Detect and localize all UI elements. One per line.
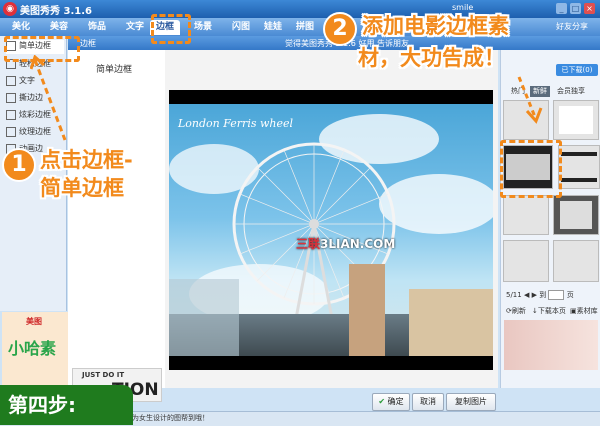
frame-thumbnail[interactable] <box>553 240 599 282</box>
user-name[interactable]: smile <box>452 3 473 12</box>
building <box>349 264 385 356</box>
check-icon: ✔ <box>378 397 386 406</box>
tab-collage[interactable]: 拼图 <box>290 20 320 35</box>
cancel-button[interactable]: 取消 <box>412 393 444 411</box>
close-icon[interactable]: × <box>584 3 595 14</box>
tab-scene[interactable]: 场景 <box>188 20 218 35</box>
panel-header-title: 边框 <box>80 39 96 48</box>
library-icon: ▣ <box>570 307 577 315</box>
arrow-icon <box>30 55 67 141</box>
goto-label: 到 <box>539 291 547 299</box>
step-badge: 第四步: <box>0 385 133 425</box>
torn-edge-icon <box>6 92 16 103</box>
arrow-icon <box>517 76 543 124</box>
refresh-button[interactable]: ⟳刷新 <box>506 306 526 316</box>
tab-beautify[interactable]: 美化 <box>6 20 36 35</box>
highlight-film-frame <box>500 140 562 198</box>
page-current: 5/11 <box>506 291 522 299</box>
tab-vip[interactable]: 会员独享 <box>554 86 588 97</box>
frame-thumbnail[interactable] <box>553 195 599 235</box>
next-page-icon[interactable]: ▶ <box>532 291 537 299</box>
frame-list-panel <box>68 36 166 388</box>
app-logo-icon: ◉ <box>3 2 17 16</box>
building <box>409 289 493 356</box>
pager: 5/11 ◀ ▶ 到 页 <box>506 290 574 300</box>
library-label: 素材库 <box>576 307 598 315</box>
page-unit-label: 页 <box>566 291 574 299</box>
confirm-label: 确定 <box>387 397 404 406</box>
glass-structure <box>169 279 239 356</box>
tab-flash[interactable]: 闪图 <box>226 20 256 35</box>
preview-photo <box>504 320 598 370</box>
download-page-button[interactable]: ↓下载本页 <box>532 306 566 316</box>
thumbnail-stripe <box>561 152 597 156</box>
photo-caption: London Ferris wheel <box>178 117 294 130</box>
prev-page-icon[interactable]: ◀ <box>524 291 529 299</box>
watermark-prefix: 三联 <box>296 237 321 251</box>
step1-note-line1: 点击边框- <box>40 148 133 172</box>
minimize-icon[interactable]: _ <box>556 3 567 14</box>
highlight-frame-tab <box>151 14 191 44</box>
tab-accessories[interactable]: 饰品 <box>82 20 112 35</box>
copy-image-button[interactable]: 复制图片 <box>446 393 496 411</box>
frame-thumbnail[interactable] <box>558 145 600 189</box>
frame-thumbnail[interactable] <box>503 240 549 282</box>
maximize-icon[interactable]: □ <box>570 3 581 14</box>
promo-small-text: JUST DO IT <box>82 371 125 379</box>
refresh-label: 刷新 <box>511 307 526 315</box>
thumbnail-stripe <box>561 178 597 182</box>
thumbnail-inner <box>559 106 593 134</box>
tab-beauty[interactable]: 美容 <box>44 20 74 35</box>
photo-image <box>169 104 493 356</box>
step2-note-line1: 添加电影边框素 <box>362 14 509 38</box>
watermark: 三联3LIAN.COM <box>296 235 395 252</box>
page-input[interactable] <box>548 290 565 300</box>
frame-thumbnail[interactable] <box>503 195 549 235</box>
frame-thumbnail[interactable] <box>553 100 599 140</box>
step1-note-line2: 简单边框 <box>40 176 124 200</box>
panel-category-label: 简单边框 <box>96 65 133 75</box>
step-number-2: 2 <box>323 12 357 46</box>
downloaded-button[interactable]: 已下载(0) <box>556 64 598 76</box>
step-number-1: 1 <box>2 148 36 182</box>
tab-doll[interactable]: 娃娃 <box>258 20 288 35</box>
colorful-icon <box>6 109 16 120</box>
ad-logo: 美图 <box>26 317 42 326</box>
tab-text[interactable]: 文字 <box>120 20 150 35</box>
thumbnail-inner <box>560 201 592 229</box>
window-title: 美图秀秀 3.1.6 <box>20 6 92 17</box>
download-page-label: 下载本页 <box>537 307 566 315</box>
confirm-button[interactable]: ✔ 确定 <box>372 393 410 411</box>
share-link[interactable]: 好友分享 <box>556 21 588 32</box>
material-library-button[interactable]: ▣素材库 <box>570 306 598 316</box>
text-icon <box>6 75 16 86</box>
step2-note-line2: 材，大功告成！ <box>358 46 505 70</box>
watermark-domain: 3LIAN.COM <box>320 237 396 251</box>
texture-icon <box>6 126 16 137</box>
ad-text: 小哈素 <box>8 339 57 358</box>
